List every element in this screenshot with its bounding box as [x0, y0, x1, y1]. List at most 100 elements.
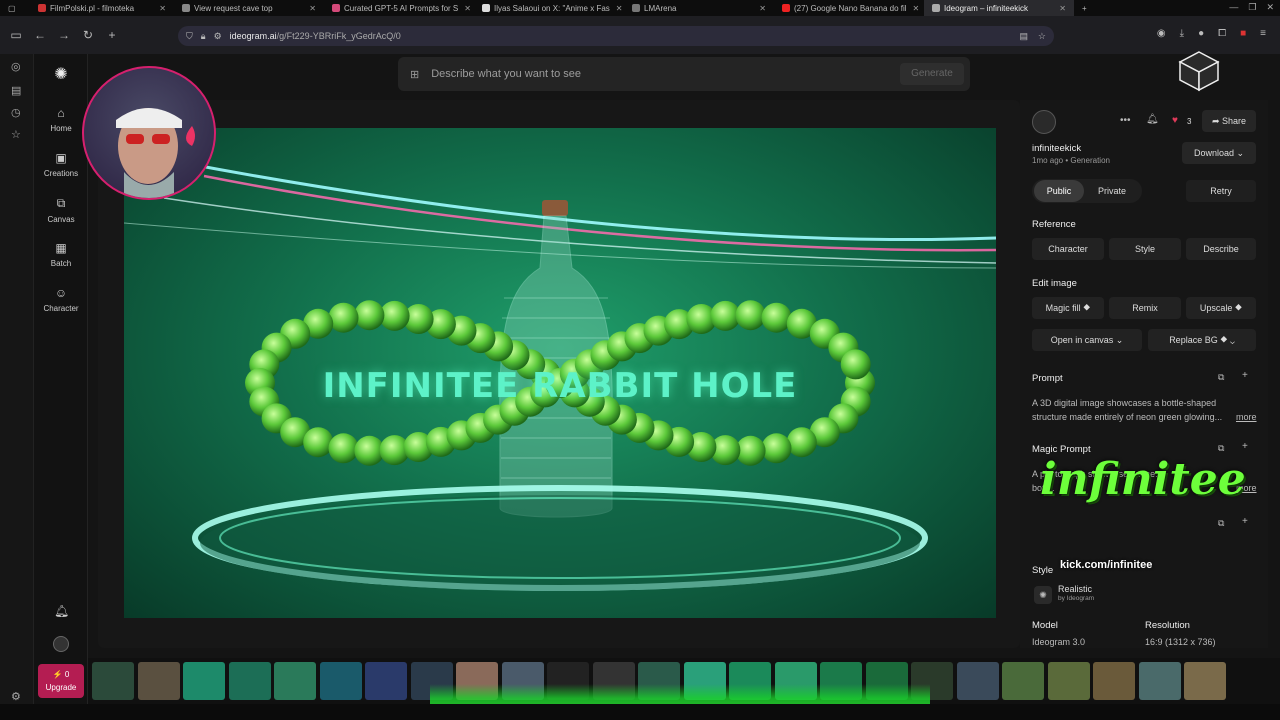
add-icon[interactable]: + [1242, 516, 1248, 527]
sidebar-toggle-icon[interactable]: ▭ [4, 28, 28, 42]
filmstrip-thumbnail[interactable] [1184, 662, 1226, 700]
new-tab-icon[interactable]: + [100, 28, 124, 42]
history-icon[interactable]: ◷ [11, 106, 21, 119]
reference-style-button[interactable]: Style [1109, 238, 1181, 260]
browser-tab-active[interactable]: Ideogram – infiniteekick ✕ [924, 0, 1074, 16]
menu-icon[interactable]: ≡ [1260, 28, 1266, 39]
more-options-icon[interactable]: ••• [1120, 115, 1131, 126]
close-tab-icon[interactable]: ✕ [753, 4, 766, 13]
filmstrip-thumbnail[interactable] [228, 662, 271, 700]
notifications-bell-icon[interactable]: 🔔︎ [54, 604, 69, 618]
reference-describe-button[interactable]: Describe [1186, 238, 1256, 260]
close-tab-icon[interactable]: ✕ [1053, 4, 1066, 13]
copy-icon[interactable]: ⧉ [1218, 372, 1224, 383]
bell-icon[interactable]: 🔔︎ [1146, 114, 1159, 125]
close-window-icon[interactable]: ✕ [1266, 2, 1274, 13]
add-icon[interactable]: + [1242, 441, 1248, 452]
download-button[interactable]: Download ⌄ [1182, 142, 1256, 164]
new-tab-button[interactable]: + [1074, 0, 1098, 16]
style-value[interactable]: Realistic [1058, 584, 1092, 594]
open-in-canvas-button[interactable]: Open in canvas ⌄ [1032, 329, 1142, 351]
retry-button[interactable]: Retry [1186, 180, 1256, 202]
creator-avatar[interactable] [1032, 110, 1056, 134]
tabs-icon[interactable]: ▤ [11, 84, 21, 97]
filmstrip-thumbnail[interactable] [1047, 662, 1090, 700]
browser-tab[interactable]: Ilyas Salaoui on X: "Anime x Fas ✕ [474, 0, 624, 16]
browser-side-panel: ◎ ▤ ◷ ☆ ⚙ [0, 54, 34, 720]
close-tab-icon[interactable]: ✕ [610, 4, 623, 13]
infinity-ball [328, 433, 359, 464]
profile-icon[interactable]: ● [1198, 28, 1204, 39]
bookmarks-icon[interactable]: ☆ [11, 128, 21, 141]
filmstrip-thumbnail[interactable] [183, 662, 225, 700]
ai-icon[interactable]: ◎ [11, 60, 21, 73]
camera-icon[interactable]: ◉ [1157, 28, 1166, 39]
reload-icon[interactable]: ↻ [76, 28, 100, 42]
sidebar-item-home[interactable]: ⌂ Home [34, 106, 88, 133]
sidebar-item-character[interactable]: ☺ Character [34, 286, 88, 313]
filmstrip-thumbnail[interactable] [1138, 662, 1181, 700]
infinity-ball [761, 302, 792, 333]
sidebar-item-creations[interactable]: ▣ Creations [34, 151, 88, 178]
browser-tab[interactable]: Curated GPT-5 AI Prompts for S ✕ [324, 0, 474, 16]
browser-tab[interactable]: FilmPolski.pl - filmoteka ✕ [30, 0, 174, 16]
browser-tab[interactable]: LMArena ✕ [624, 0, 774, 16]
tab-menu-icon[interactable]: ▢ [0, 0, 30, 16]
filmstrip-thumbnail[interactable] [1002, 662, 1044, 700]
record-icon[interactable]: ■ [1240, 28, 1246, 39]
creator-username[interactable]: infiniteekick [1032, 143, 1081, 154]
prompt-input[interactable]: Describe what you want to see [431, 68, 581, 80]
filmstrip-thumbnail[interactable] [92, 662, 134, 700]
filmstrip-thumbnail[interactable] [365, 662, 407, 700]
add-icon[interactable]: + [1242, 370, 1248, 381]
user-avatar[interactable] [53, 636, 69, 652]
generate-button[interactable]: Generate [900, 63, 964, 85]
filmstrip-thumbnail[interactable] [956, 662, 999, 700]
magic-fill-button[interactable]: Magic fill ⯁ [1032, 297, 1104, 319]
filmstrip-thumbnail[interactable] [137, 662, 180, 700]
browser-tab[interactable]: View request cave top ✕ [174, 0, 324, 16]
private-toggle[interactable]: Private [1086, 180, 1138, 202]
forward-icon[interactable]: → [52, 28, 76, 42]
infinity-ball [735, 300, 766, 331]
extension-icon[interactable]: ⧠ [1218, 28, 1226, 39]
upscale-button[interactable]: Upscale ⯁ [1186, 297, 1256, 319]
close-tab-icon[interactable]: ✕ [458, 4, 471, 13]
upgrade-button[interactable]: ⚡ 0 Upgrade [38, 664, 84, 698]
close-tab-icon[interactable]: ✕ [907, 4, 920, 13]
filmstrip-thumbnail[interactable] [274, 662, 316, 700]
public-toggle[interactable]: Public [1034, 180, 1084, 202]
restore-icon[interactable]: ❐ [1248, 2, 1256, 13]
copy-icon[interactable]: ⧉ [1218, 518, 1224, 529]
prompt-more-link[interactable]: more [1236, 412, 1257, 422]
generated-image[interactable]: INFINITEE RABBIT HOLE [124, 128, 996, 618]
chevron-down-icon: ⌄ [1115, 335, 1124, 345]
reader-icon[interactable]: ▤ [1019, 31, 1028, 42]
download-icon[interactable]: ⤓ [1180, 28, 1184, 39]
share-button[interactable]: ➦ Share [1202, 110, 1256, 132]
resolution-value: 16:9 (1312 x 736) [1145, 637, 1216, 647]
settings-icon[interactable]: ⚙ [11, 690, 21, 703]
credits-count: ⚡ 0 [52, 670, 70, 679]
chevron-down-icon: ⌄ [1229, 335, 1235, 345]
address-bar[interactable]: ⛉ 🔒︎ ⚙ ideogram.ai/g/Ft229-YBRriFk_yGedr… [178, 26, 1054, 46]
bookmark-star-icon[interactable]: ☆ [1038, 31, 1046, 42]
batch-icon: ▦ [55, 241, 67, 255]
filmstrip-thumbnail[interactable] [1093, 662, 1135, 700]
sidebar-item-canvas[interactable]: ⧉ Canvas [34, 196, 88, 224]
filmstrip-thumbnail[interactable] [319, 662, 362, 700]
image-upload-icon[interactable]: ⊞ [410, 68, 419, 81]
minimize-icon[interactable]: — [1229, 2, 1238, 13]
reference-character-button[interactable]: Character [1032, 238, 1104, 260]
ideogram-logo-icon[interactable]: ✺ [51, 64, 71, 84]
sidebar-item-batch[interactable]: ▦ Batch [34, 241, 88, 268]
site-settings-icon[interactable]: ⚙ [214, 31, 222, 42]
close-tab-icon[interactable]: ✕ [153, 4, 166, 13]
heart-icon[interactable]: ♥ [1172, 115, 1178, 126]
replace-bg-button[interactable]: Replace BG ⯁ ⌄ [1148, 329, 1256, 351]
browser-tab[interactable]: (27) Google Nano Banana do fil ✕ [774, 0, 924, 16]
remix-button[interactable]: Remix [1109, 297, 1181, 319]
close-tab-icon[interactable]: ✕ [303, 4, 316, 13]
back-icon[interactable]: ← [28, 28, 52, 42]
copy-icon[interactable]: ⧉ [1218, 443, 1224, 454]
